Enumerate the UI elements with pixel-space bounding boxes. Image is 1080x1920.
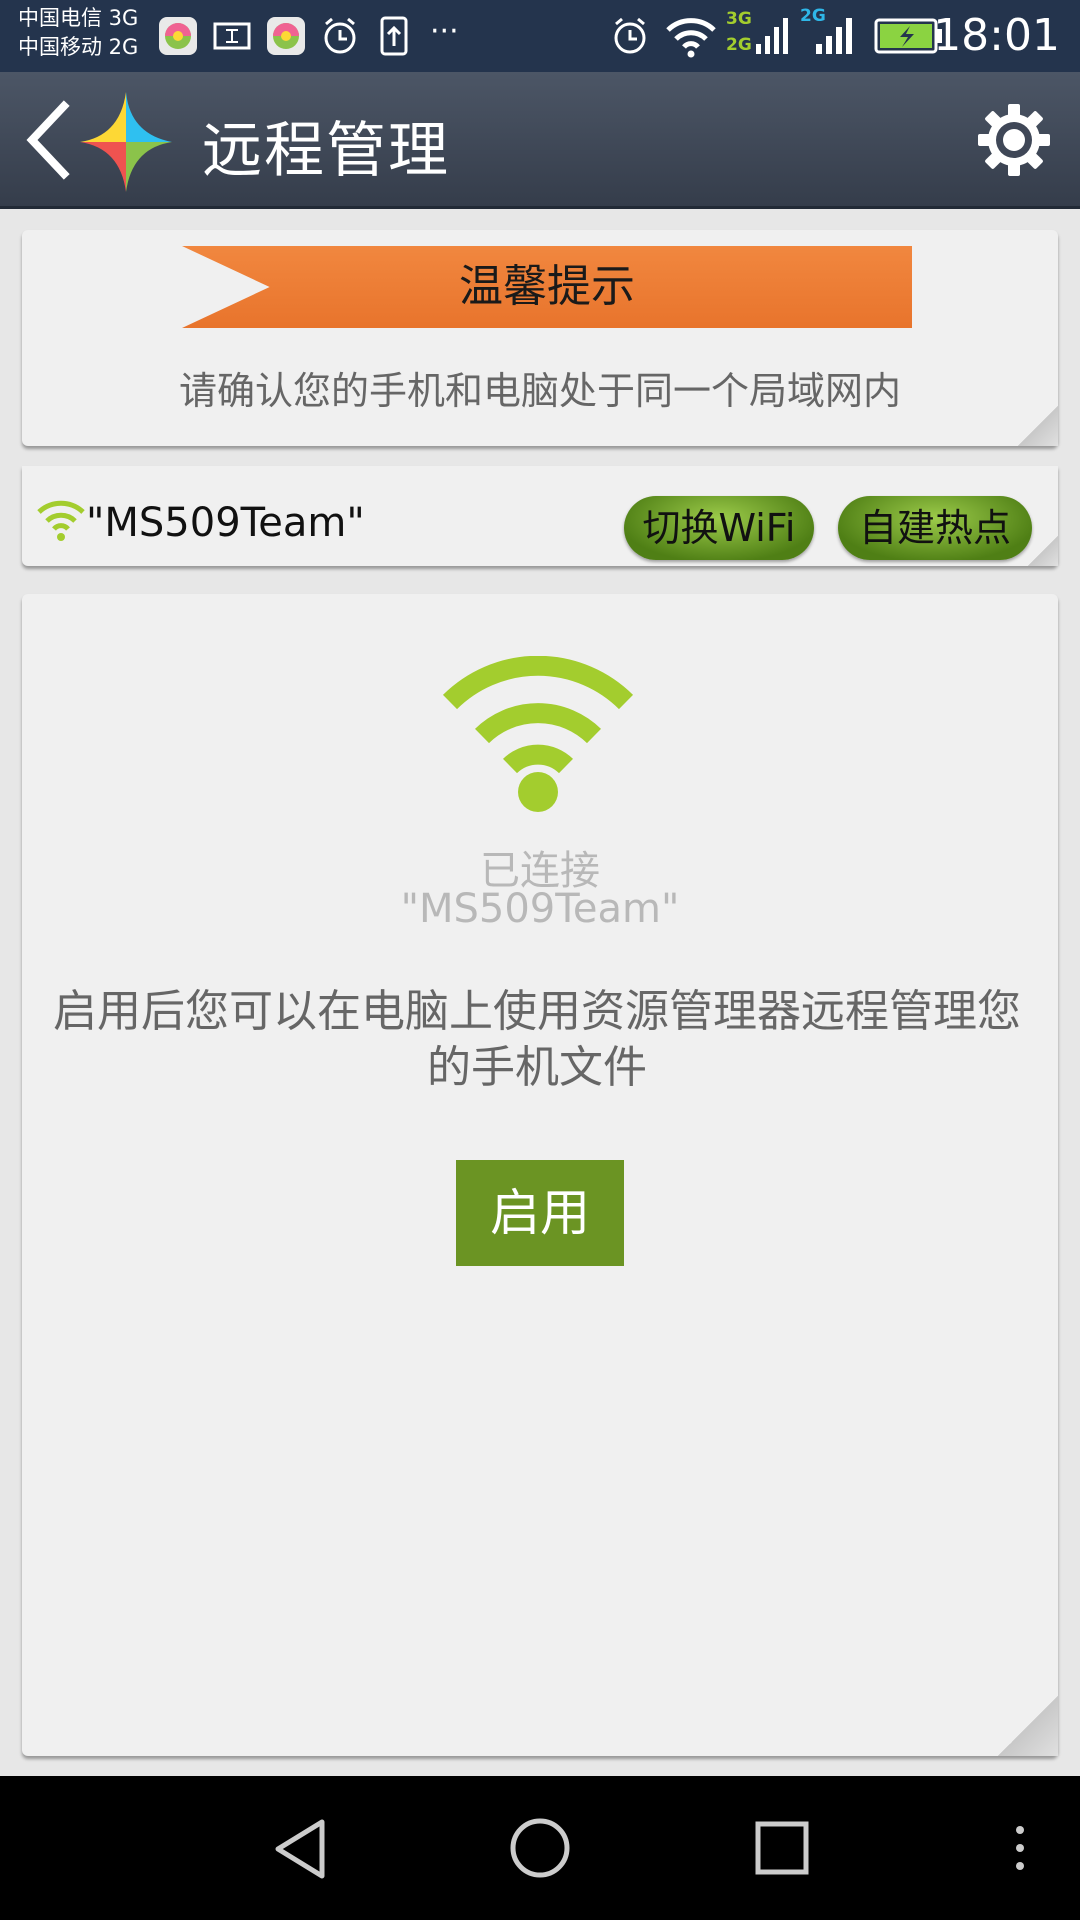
tip-text: 请确认您的手机和电脑处于同一个局域网内: [178, 369, 901, 413]
clock: 18:01: [933, 10, 1060, 61]
wifi-status-icon: [666, 18, 716, 58]
page-curl: [1028, 536, 1058, 566]
carrier-1: 中国电信 3G: [18, 6, 139, 30]
wifi-bar-card: "MS509Team" 切换WiFi 自建热点: [22, 466, 1058, 566]
enable-button[interactable]: 启用: [456, 1160, 624, 1266]
app-notification-icon: [159, 17, 197, 55]
action-bar: 远程管理: [0, 72, 1080, 209]
nav-menu-button[interactable]: [1008, 1824, 1032, 1872]
upload-icon: [380, 16, 408, 56]
app-notification-icon-2: [267, 17, 305, 55]
carrier-info: 中国电信 3G 中国移动 2G: [18, 4, 138, 62]
signal-icon-1: [756, 18, 788, 54]
gear-icon[interactable]: [976, 102, 1052, 178]
alarm-icon: [324, 17, 356, 54]
more-notifications-icon: ···: [430, 14, 459, 49]
signal-icon-2: [816, 18, 852, 54]
back-button[interactable]: [20, 100, 76, 180]
wifi-connected-icon: [442, 656, 634, 812]
carrier-2: 中国移动 2G: [18, 35, 139, 59]
nav-back-button[interactable]: [270, 1816, 330, 1882]
page-curl: [1018, 406, 1058, 446]
navigation-bar: [0, 1776, 1080, 1920]
net-type-1: 3G: [726, 9, 752, 29]
description-text: 启用后您可以在电脑上使用资源管理器远程管理您的手机文件: [53, 986, 1021, 1093]
wifi-ssid-label: "MS509Team": [86, 500, 365, 546]
create-hotspot-button[interactable]: 自建热点: [838, 496, 1032, 560]
app-logo: [80, 92, 172, 192]
main-card: 已连接 "MS509Team" 启用后您可以在电脑上使用资源管理器远程管理您的手…: [22, 594, 1058, 1756]
tip-banner-title: 温馨提示: [459, 261, 635, 312]
page-curl: [998, 1696, 1058, 1756]
status-bar: 中国电信 3G 中国移动 2G ··· 3G 2G 2G 18:01: [0, 0, 1080, 72]
input-method-icon: [213, 22, 251, 50]
nav-recents-button[interactable]: [752, 1818, 812, 1878]
net-type-2: 2G: [726, 35, 752, 55]
connected-ssid: "MS509Team": [400, 886, 680, 932]
switch-wifi-button[interactable]: 切换WiFi: [624, 496, 814, 560]
page-title: 远程管理: [202, 116, 450, 186]
network-type-labels: 3G 2G: [726, 6, 752, 58]
nav-home-button[interactable]: [508, 1816, 572, 1880]
tip-card: 温馨提示 请确认您的手机和电脑处于同一个局域网内: [22, 230, 1058, 446]
alarm-status-icon: [614, 17, 646, 54]
wifi-icon: [37, 500, 85, 541]
